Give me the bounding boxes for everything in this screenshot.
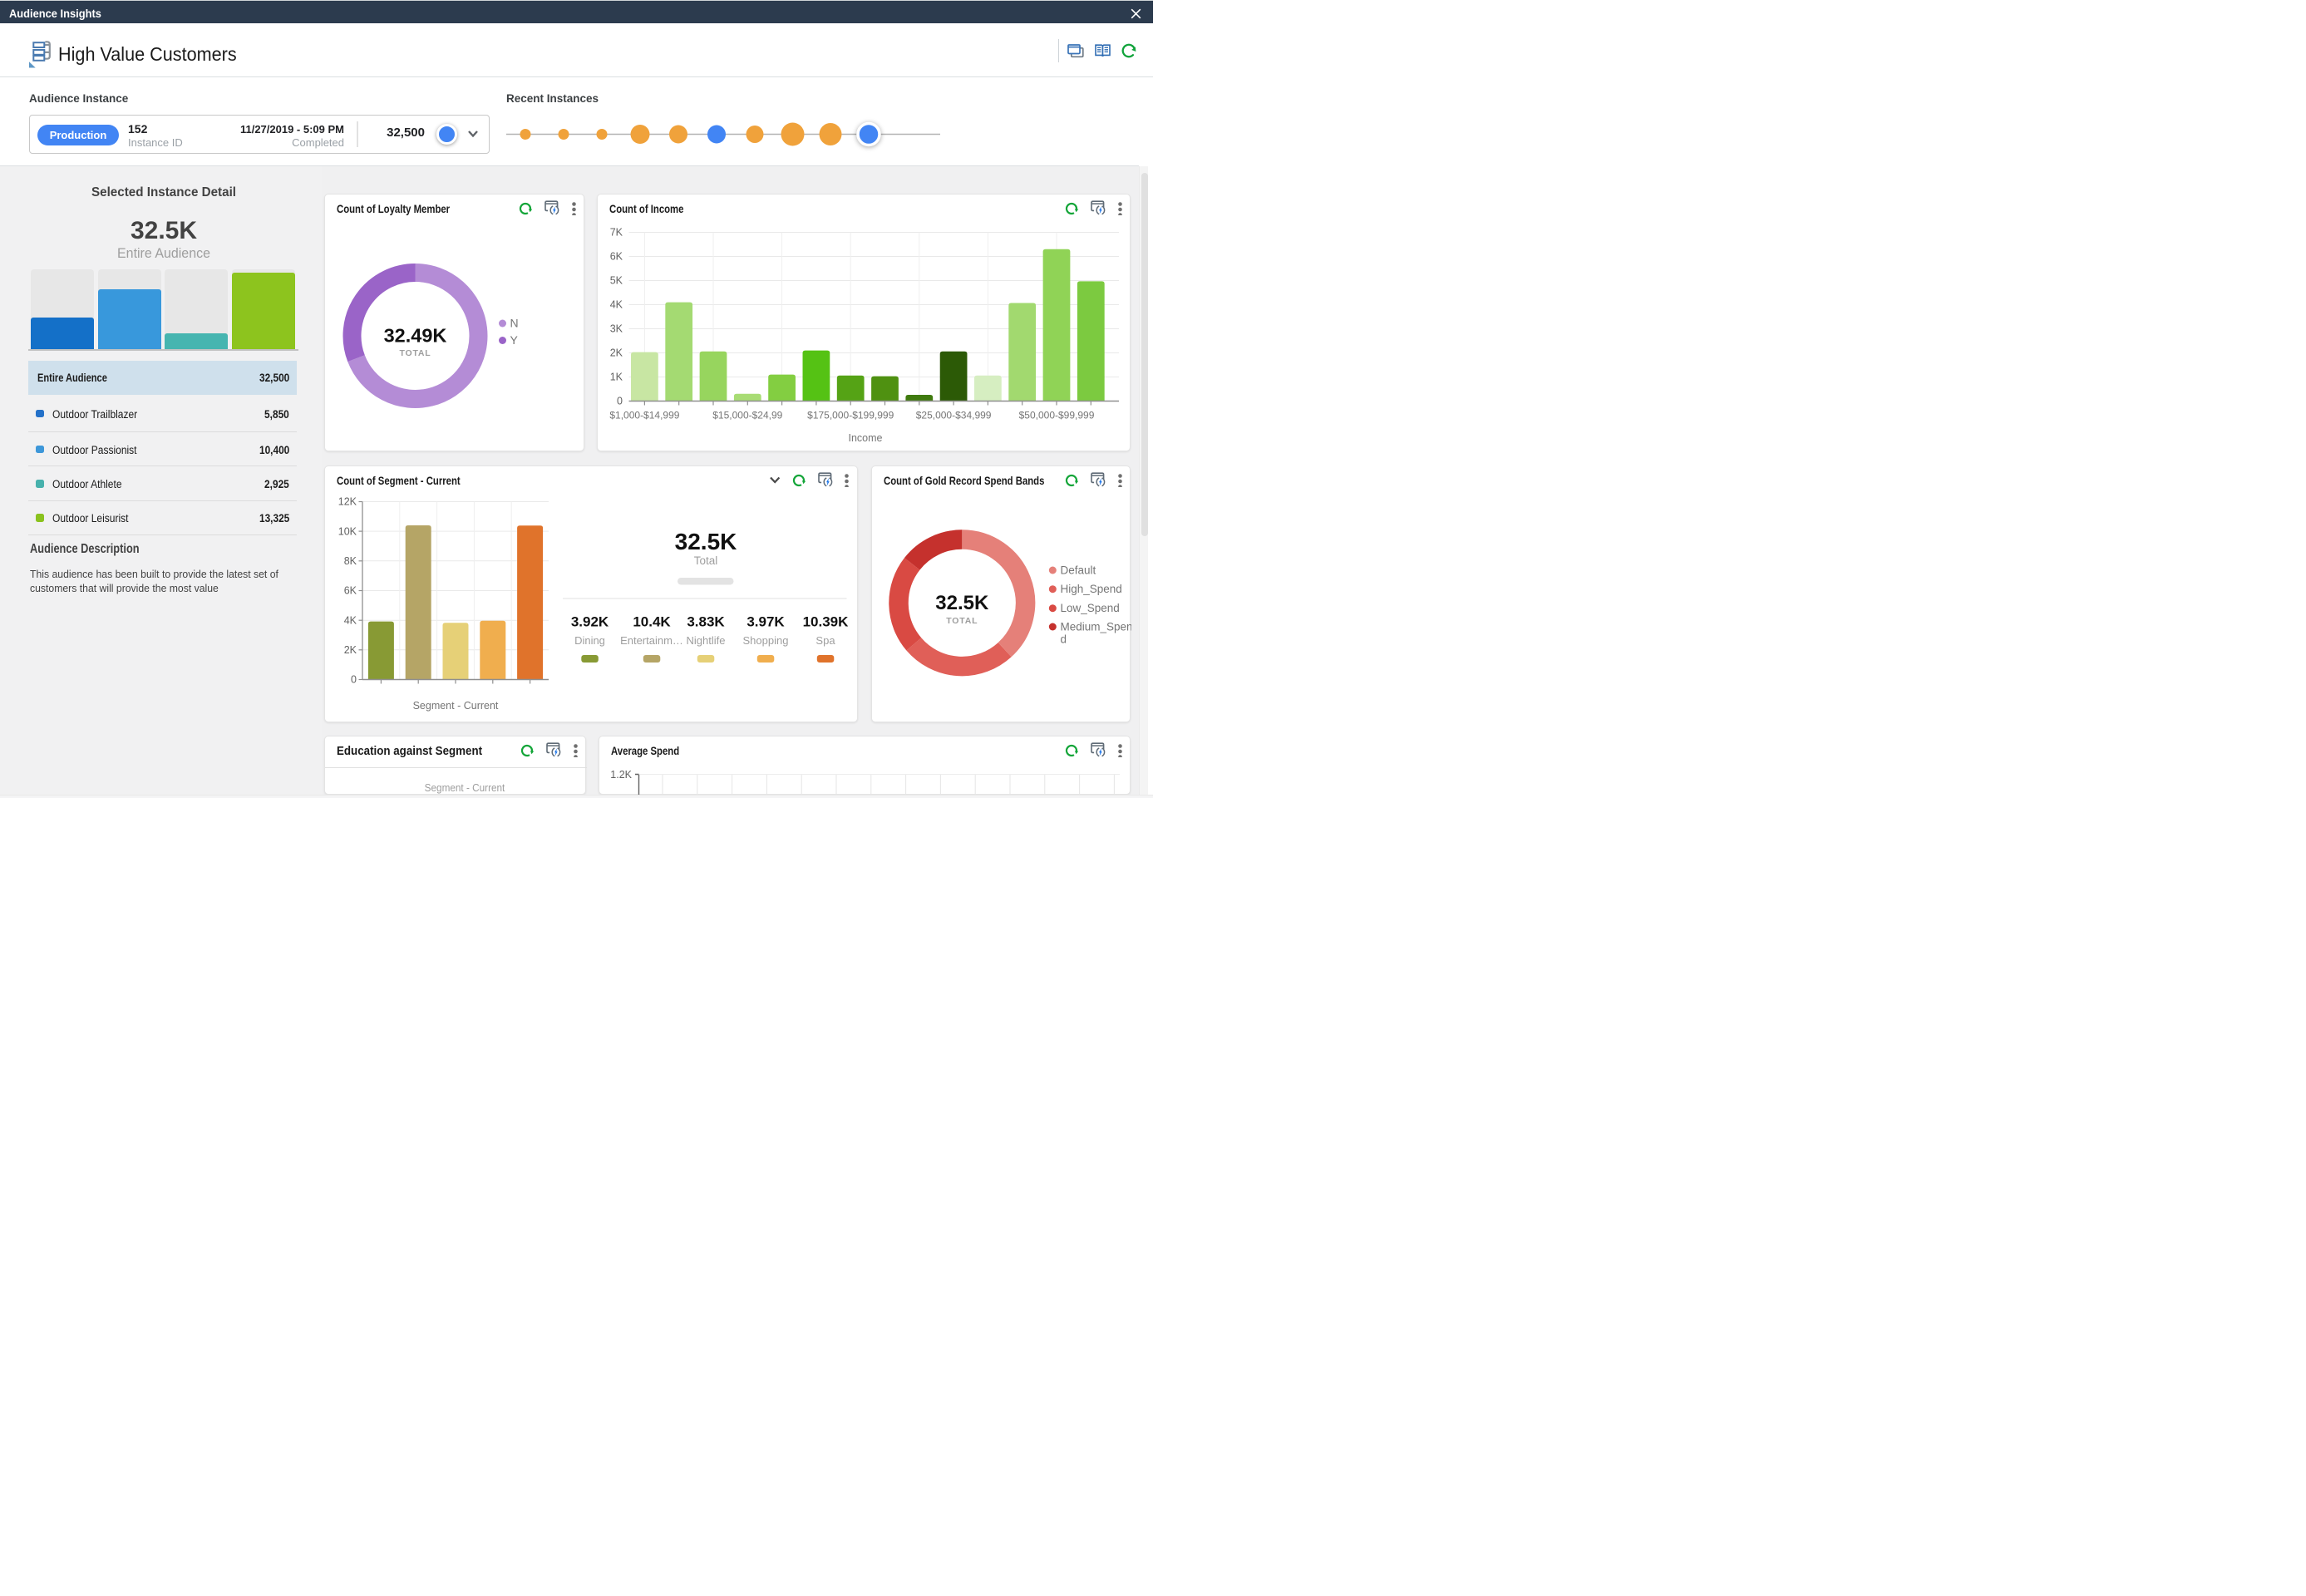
svg-text:12K: 12K <box>338 495 357 507</box>
svg-text:Total: Total <box>694 554 718 567</box>
svg-text:3.83K: 3.83K <box>687 613 725 629</box>
svg-text:1K: 1K <box>610 371 623 382</box>
svg-text:2K: 2K <box>610 347 623 358</box>
svg-text:Default: Default <box>1060 564 1096 576</box>
svg-text:$50,000-$99,999: $50,000-$99,999 <box>1019 409 1095 421</box>
svg-text:Nightlife: Nightlife <box>687 634 726 647</box>
svg-text:Segment - Current: Segment - Current <box>413 700 499 712</box>
svg-text:d: d <box>1060 633 1067 645</box>
svg-text:2K: 2K <box>344 644 357 656</box>
svg-text:8K: 8K <box>344 555 357 567</box>
svg-text:$25,000-$34,999: $25,000-$34,999 <box>916 409 992 421</box>
svg-text:3K: 3K <box>610 323 623 334</box>
svg-text:Income: Income <box>849 432 883 444</box>
svg-text:Spa: Spa <box>815 634 835 647</box>
svg-text:32.5K: 32.5K <box>675 529 737 554</box>
svg-text:Low_Spend: Low_Spend <box>1060 602 1119 614</box>
svg-text:Entertainm…: Entertainm… <box>620 634 683 647</box>
svg-text:Y: Y <box>510 333 519 347</box>
svg-text:$1,000-$14,999: $1,000-$14,999 <box>609 409 679 421</box>
svg-text:TOTAL: TOTAL <box>399 348 431 358</box>
svg-text:4K: 4K <box>344 614 357 626</box>
svg-text:10.4K: 10.4K <box>633 613 671 629</box>
svg-text:Shopping: Shopping <box>743 634 789 647</box>
svg-text:1.2K: 1.2K <box>610 769 632 781</box>
svg-text:High_Spend: High_Spend <box>1060 583 1121 595</box>
svg-text:$15,000-$24,99: $15,000-$24,99 <box>712 409 782 421</box>
svg-text:3.92K: 3.92K <box>571 613 609 629</box>
svg-text:32.5K: 32.5K <box>935 592 989 614</box>
svg-text:3.97K: 3.97K <box>746 613 785 629</box>
svg-text:N: N <box>510 316 519 329</box>
svg-text:4K: 4K <box>610 298 623 310</box>
svg-text:0: 0 <box>351 673 357 685</box>
svg-text:TOTAL: TOTAL <box>946 616 978 626</box>
svg-text:Dining: Dining <box>574 634 605 647</box>
svg-text:10.39K: 10.39K <box>803 613 850 629</box>
svg-text:$175,000-$199,999: $175,000-$199,999 <box>807 409 894 421</box>
svg-text:6K: 6K <box>610 250 623 262</box>
svg-text:0: 0 <box>617 395 623 406</box>
svg-text:6K: 6K <box>344 584 357 596</box>
svg-text:7K: 7K <box>610 226 623 238</box>
svg-text:Medium_Spen: Medium_Spen <box>1060 620 1131 633</box>
svg-text:10K: 10K <box>338 525 357 537</box>
svg-text:5K: 5K <box>610 274 623 286</box>
svg-text:32.49K: 32.49K <box>384 324 447 346</box>
